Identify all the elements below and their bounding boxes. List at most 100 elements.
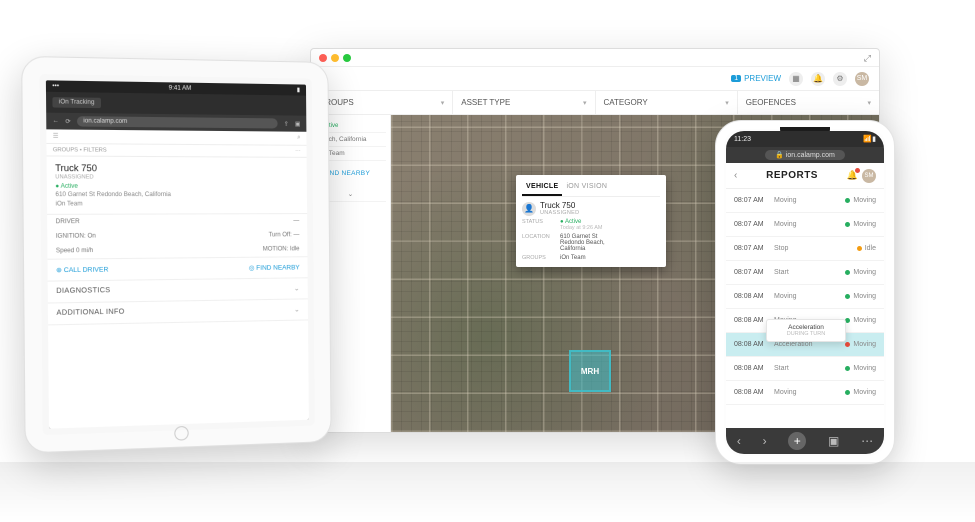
back-icon[interactable]: ← <box>53 118 59 124</box>
settings-icon[interactable]: ⚙ <box>833 72 847 86</box>
chevron-down-icon: ▾ <box>725 99 729 107</box>
event-time: 08:08 AM <box>734 293 774 300</box>
forward-icon[interactable]: › <box>763 434 767 448</box>
tabs-icon[interactable]: ▣ <box>828 434 839 448</box>
filter-bar: GROUPS▾ ASSET TYPE▾ CATEGORY▾ GEOFENCES▾ <box>311 91 879 115</box>
event-name: Stop <box>774 245 857 252</box>
signal-icon: 📶 <box>863 135 872 143</box>
home-button-icon[interactable] <box>174 426 188 441</box>
status-dot-icon <box>845 318 850 323</box>
tablet-device: ••• 9:41 AM ▮ iOn Tracking ← ⟳ ion.calam… <box>21 56 332 454</box>
card-group: iOn Team <box>55 201 82 207</box>
phone-url-bar: 🔒 ion.calamp.com <box>726 147 884 163</box>
menu-icon[interactable]: ⋯ <box>861 434 873 448</box>
vehicle-card[interactable]: Truck 750 UNASSIGNED ● Active 610 Garnet… <box>47 156 308 214</box>
search-icon[interactable]: ⌕ <box>297 135 300 142</box>
event-status: Moving <box>845 341 876 348</box>
phone-status-bar: 11:23 📶 ▮ <box>726 131 884 147</box>
new-tab-button[interactable]: + <box>788 432 806 450</box>
find-nearby-button[interactable]: ◎ FIND NEARBY <box>249 263 300 272</box>
vehicle-avatar-icon: 👤 <box>522 202 536 216</box>
event-time: 08:07 AM <box>734 245 774 252</box>
event-time: 08:07 AM <box>734 197 774 204</box>
filter-groups[interactable]: GROUPS▾ <box>311 91 453 114</box>
status-dot-icon <box>845 366 850 371</box>
preview-label: PREVIEW <box>744 74 781 83</box>
reload-icon[interactable]: ⟳ <box>65 118 70 125</box>
tab-ion-vision[interactable]: iON VISION <box>562 181 611 196</box>
preview-link[interactable]: 1 PREVIEW <box>731 74 781 83</box>
event-row[interactable]: 08:07 AMMovingMoving <box>726 189 884 213</box>
reports-header: ‹ REPORTS 🔔 SM <box>726 163 884 189</box>
user-avatar[interactable]: SM <box>855 72 869 86</box>
chevron-down-icon: ▾ <box>441 99 445 107</box>
event-status: Moving <box>845 197 876 204</box>
window-titlebar: ⤢ <box>311 49 879 67</box>
window-zoom-icon[interactable] <box>343 54 351 62</box>
event-time: 08:07 AM <box>734 269 774 276</box>
status-dot-icon <box>845 390 850 395</box>
status-time: 11:23 <box>734 136 751 143</box>
status-dot-icon <box>845 342 850 347</box>
event-name: Start <box>774 269 845 276</box>
status-dot-icon <box>845 198 850 203</box>
status-dot-icon <box>857 246 862 251</box>
filter-asset-type[interactable]: ASSET TYPE▾ <box>453 91 595 114</box>
expand-icon[interactable]: ⤢ <box>864 53 871 64</box>
tabs-icon[interactable]: ▣ <box>295 120 301 127</box>
event-row[interactable]: 08:08 AMStartMoving <box>726 357 884 381</box>
event-time: 08:08 AM <box>734 341 774 348</box>
browser-tab[interactable]: iOn Tracking <box>52 97 100 108</box>
event-name: Moving <box>774 293 845 300</box>
event-row[interactable]: 08:07 AMStopIdle <box>726 237 884 261</box>
preview-count-badge: 1 <box>731 75 741 82</box>
event-status: Moving <box>845 389 876 396</box>
more-icon[interactable]: ⋯ <box>295 148 300 154</box>
window-minimize-icon[interactable] <box>331 54 339 62</box>
tab-vehicle[interactable]: VEHICLE <box>522 181 562 196</box>
event-name: Moving <box>774 389 845 396</box>
card-subtitle: UNASSIGNED <box>55 174 299 181</box>
call-driver-button[interactable]: ⊕ CALL DRIVER <box>56 265 108 274</box>
url-field[interactable]: 🔒 ion.calamp.com <box>765 150 845 160</box>
event-row[interactable]: 08:07 AMMovingMoving <box>726 213 884 237</box>
status-time: 9:41 AM <box>169 85 192 91</box>
event-row[interactable]: 08:08 AMMovingMoving <box>726 285 884 309</box>
share-icon[interactable]: ⇪ <box>284 120 289 127</box>
map-marker[interactable]: MRH <box>569 350 611 392</box>
layers-icon[interactable]: ▦ <box>789 72 803 86</box>
card-title: Truck 750 <box>55 163 299 174</box>
menu-icon[interactable]: ☰ <box>53 133 59 140</box>
vehicle-callout: VEHICLE iON VISION 👤 Truck 750 UNASSIGNE… <box>516 175 666 267</box>
user-avatar[interactable]: SM <box>862 169 876 183</box>
status-dot-icon <box>845 294 850 299</box>
event-name: Moving <box>774 197 845 204</box>
window-close-icon[interactable] <box>319 54 327 62</box>
card-status: ● Active <box>55 184 78 190</box>
chevron-down-icon: ⌄ <box>294 306 300 314</box>
event-status: Moving <box>845 317 876 324</box>
events-list[interactable]: 08:07 AMMovingMoving08:07 AMMovingMoving… <box>726 189 884 428</box>
accordion-additional-info[interactable]: ADDITIONAL INFO⌄ <box>48 299 308 325</box>
event-time: 08:08 AM <box>734 389 774 396</box>
callout-subtitle: UNASSIGNED <box>540 210 579 216</box>
back-icon[interactable]: ‹ <box>737 434 741 448</box>
status-dot-icon <box>845 222 850 227</box>
notifications-icon[interactable]: 🔔 <box>847 170 858 181</box>
event-row[interactable]: 08:08 AMMovingMoving <box>726 381 884 405</box>
card-location: 610 Garnet St Redondo Beach, California <box>55 192 171 198</box>
status-dot-icon <box>845 270 850 275</box>
battery-icon: ▮ <box>872 135 876 143</box>
filter-geofences[interactable]: GEOFENCES▾ <box>738 91 879 114</box>
filter-category[interactable]: CATEGORY▾ <box>596 91 738 114</box>
back-icon[interactable]: ‹ <box>734 170 737 181</box>
carrier-icon: ••• <box>52 83 59 89</box>
notifications-icon[interactable]: 🔔 <box>811 72 825 86</box>
chevron-down-icon: ▾ <box>583 99 587 107</box>
url-field[interactable]: ion.calamp.com <box>77 116 278 128</box>
event-status: Moving <box>845 293 876 300</box>
event-row[interactable]: 08:07 AMStartMoving <box>726 261 884 285</box>
browser-bottom-bar: ‹ › + ▣ ⋯ <box>726 428 884 454</box>
callout-title: Truck 750 <box>540 201 579 210</box>
event-name: Start <box>774 365 845 372</box>
